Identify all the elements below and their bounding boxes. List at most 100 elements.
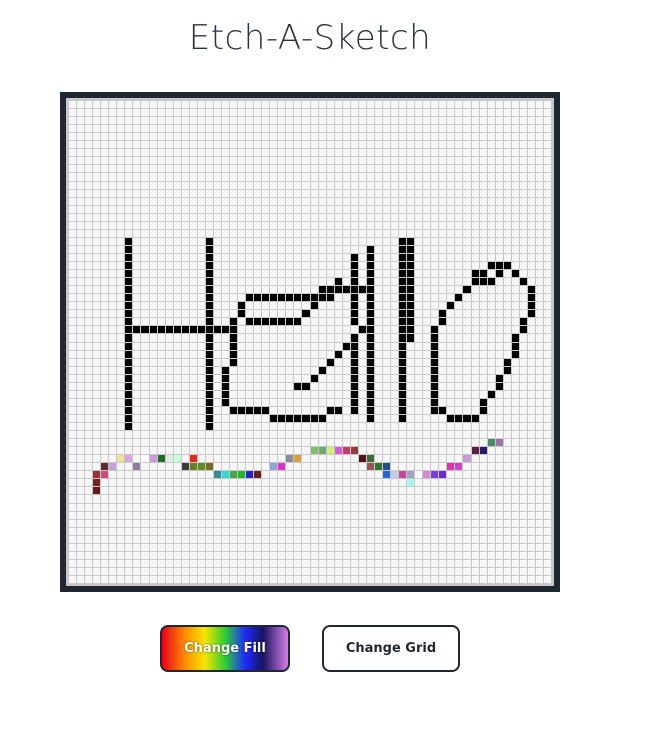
grid-cell[interactable] — [205, 173, 213, 181]
grid-cell[interactable] — [262, 109, 270, 117]
grid-cell[interactable] — [455, 141, 463, 149]
grid-cell[interactable] — [205, 262, 213, 270]
grid-cell[interactable] — [374, 213, 382, 221]
grid-cell[interactable] — [543, 503, 551, 511]
grid-cell[interactable] — [270, 334, 278, 342]
grid-cell[interactable] — [374, 471, 382, 479]
grid-cell[interactable] — [149, 390, 157, 398]
grid-cell[interactable] — [141, 366, 149, 374]
grid-cell[interactable] — [189, 503, 197, 511]
grid-cell[interactable] — [165, 358, 173, 366]
grid-cell[interactable] — [165, 479, 173, 487]
grid-cell[interactable] — [270, 479, 278, 487]
grid-cell[interactable] — [149, 559, 157, 567]
grid-cell[interactable] — [511, 366, 519, 374]
grid-cell[interactable] — [439, 439, 447, 447]
grid-cell[interactable] — [431, 423, 439, 431]
grid-cell[interactable] — [254, 125, 262, 133]
grid-cell[interactable] — [334, 173, 342, 181]
grid-cell[interactable] — [463, 487, 471, 495]
grid-cell[interactable] — [310, 543, 318, 551]
grid-cell[interactable] — [270, 575, 278, 583]
grid-cell[interactable] — [342, 253, 350, 261]
grid-cell[interactable] — [543, 125, 551, 133]
grid-cell[interactable] — [519, 253, 527, 261]
grid-cell[interactable] — [535, 173, 543, 181]
grid-cell[interactable] — [310, 551, 318, 559]
grid-cell[interactable] — [535, 551, 543, 559]
grid-cell[interactable] — [149, 278, 157, 286]
grid-cell[interactable] — [310, 366, 318, 374]
grid-cell[interactable] — [197, 439, 205, 447]
grid-cell[interactable] — [189, 527, 197, 535]
grid-cell[interactable] — [326, 205, 334, 213]
grid-cell[interactable] — [278, 358, 286, 366]
grid-cell[interactable] — [101, 398, 109, 406]
grid-cell[interactable] — [519, 535, 527, 543]
grid-cell[interactable] — [101, 302, 109, 310]
sketch-grid[interactable] — [69, 101, 551, 583]
grid-cell[interactable] — [399, 149, 407, 157]
grid-cell[interactable] — [93, 253, 101, 261]
grid-cell[interactable] — [165, 447, 173, 455]
grid-cell[interactable] — [93, 165, 101, 173]
grid-cell[interactable] — [254, 479, 262, 487]
grid-cell[interactable] — [149, 310, 157, 318]
grid-cell[interactable] — [189, 543, 197, 551]
grid-cell[interactable] — [230, 423, 238, 431]
grid-cell[interactable] — [350, 213, 358, 221]
grid-cell[interactable] — [495, 237, 503, 245]
grid-cell[interactable] — [165, 229, 173, 237]
grid-cell[interactable] — [149, 487, 157, 495]
grid-cell[interactable] — [407, 471, 415, 479]
grid-cell[interactable] — [302, 406, 310, 414]
grid-cell[interactable] — [374, 495, 382, 503]
grid-cell[interactable] — [173, 294, 181, 302]
grid-cell[interactable] — [519, 390, 527, 398]
grid-cell[interactable] — [407, 350, 415, 358]
grid-cell[interactable] — [535, 358, 543, 366]
grid-cell[interactable] — [302, 342, 310, 350]
grid-cell[interactable] — [535, 101, 543, 109]
grid-cell[interactable] — [479, 270, 487, 278]
grid-cell[interactable] — [471, 133, 479, 141]
grid-cell[interactable] — [189, 471, 197, 479]
grid-cell[interactable] — [399, 237, 407, 245]
grid-cell[interactable] — [125, 543, 133, 551]
grid-cell[interactable] — [205, 205, 213, 213]
grid-cell[interactable] — [415, 165, 423, 173]
grid-cell[interactable] — [221, 543, 229, 551]
grid-cell[interactable] — [447, 495, 455, 503]
grid-cell[interactable] — [366, 181, 374, 189]
grid-cell[interactable] — [125, 447, 133, 455]
grid-cell[interactable] — [503, 414, 511, 422]
grid-cell[interactable] — [543, 463, 551, 471]
grid-cell[interactable] — [511, 229, 519, 237]
grid-cell[interactable] — [535, 278, 543, 286]
grid-cell[interactable] — [350, 423, 358, 431]
grid-cell[interactable] — [133, 334, 141, 342]
grid-cell[interactable] — [439, 286, 447, 294]
grid-cell[interactable] — [318, 117, 326, 125]
grid-cell[interactable] — [535, 294, 543, 302]
grid-cell[interactable] — [189, 463, 197, 471]
grid-cell[interactable] — [439, 229, 447, 237]
grid-cell[interactable] — [165, 189, 173, 197]
grid-cell[interactable] — [326, 109, 334, 117]
grid-cell[interactable] — [374, 439, 382, 447]
grid-cell[interactable] — [439, 262, 447, 270]
grid-cell[interactable] — [342, 205, 350, 213]
grid-cell[interactable] — [382, 286, 390, 294]
grid-cell[interactable] — [439, 165, 447, 173]
grid-cell[interactable] — [205, 326, 213, 334]
grid-cell[interactable] — [189, 350, 197, 358]
grid-cell[interactable] — [85, 431, 93, 439]
grid-cell[interactable] — [310, 334, 318, 342]
grid-cell[interactable] — [101, 109, 109, 117]
grid-cell[interactable] — [85, 302, 93, 310]
grid-cell[interactable] — [205, 294, 213, 302]
grid-cell[interactable] — [230, 334, 238, 342]
grid-cell[interactable] — [109, 149, 117, 157]
grid-cell[interactable] — [69, 133, 77, 141]
grid-cell[interactable] — [157, 197, 165, 205]
